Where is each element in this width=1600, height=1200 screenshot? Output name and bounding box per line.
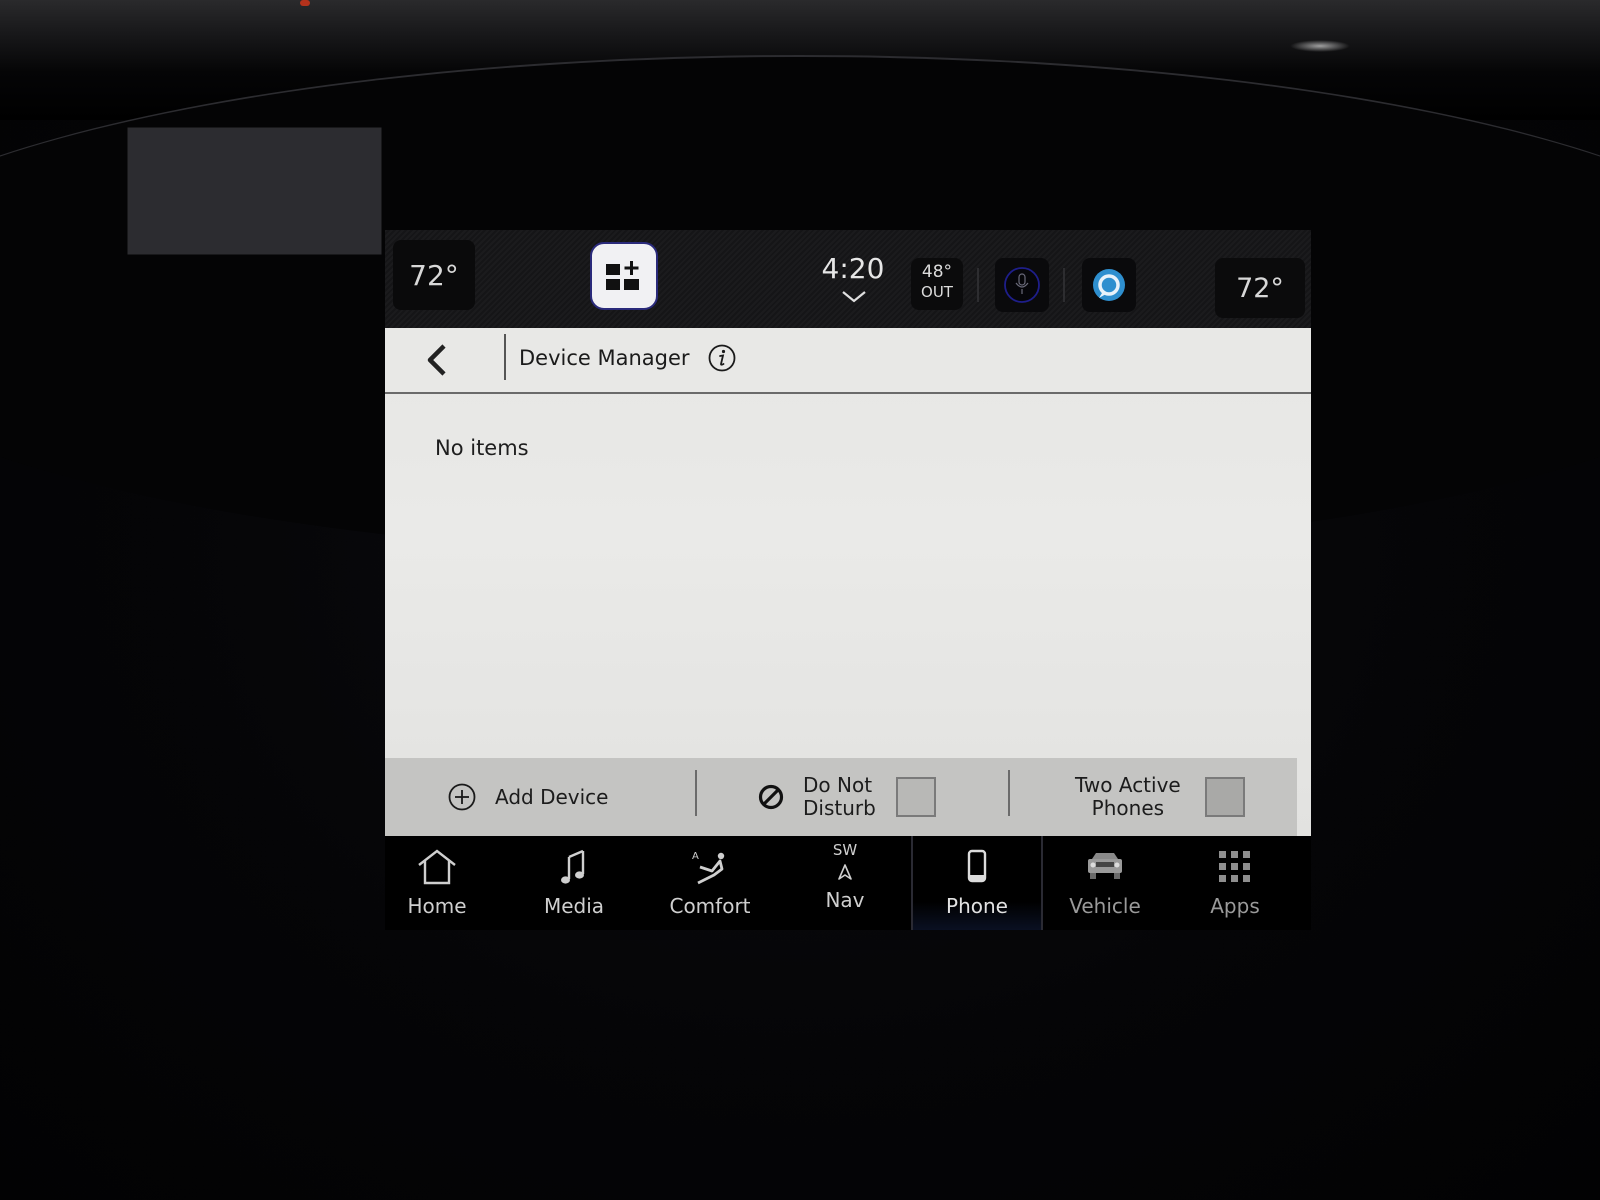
plus-circle-icon: [448, 783, 476, 811]
chevron-left-icon: [427, 344, 446, 376]
nav-label: Comfort: [669, 894, 751, 918]
driver-temp: 72°: [409, 258, 459, 292]
voice-assistant-icon: [1004, 267, 1040, 303]
truck-icon: [1088, 853, 1122, 879]
do-not-disturb-label-line2: Disturb: [803, 796, 876, 820]
action-divider: [695, 770, 697, 816]
two-active-phones-label: Two Active Phones: [1075, 774, 1181, 820]
page-title: Device Manager: [519, 346, 690, 370]
prohibited-icon: [758, 784, 784, 810]
nav-label: Nav: [825, 888, 865, 912]
do-not-disturb-label: Do Not Disturb: [803, 774, 876, 820]
page-header: Device Manager: [385, 328, 1311, 394]
widgets-add-button[interactable]: [590, 242, 658, 310]
home-icon: [418, 849, 456, 885]
outside-temp-label: OUT: [921, 283, 953, 301]
two-active-phones-checkbox[interactable]: [1204, 777, 1245, 817]
alexa-icon: [1093, 269, 1125, 301]
music-note-icon: [561, 849, 585, 884]
status-divider: [1063, 268, 1065, 302]
infotainment-screen: 72° 4:20 48° OUT 72° Device Manager No i…: [385, 230, 1311, 930]
info-icon: [708, 344, 736, 372]
two-active-phones-label-line1: Two Active: [1075, 773, 1181, 797]
add-device-label: Add Device: [495, 784, 609, 809]
passenger-temp: 72°: [1236, 272, 1284, 304]
empty-list-message: No items: [435, 436, 529, 460]
svg-text:A: A: [692, 851, 699, 862]
background-lights: [1290, 40, 1350, 52]
alexa-button[interactable]: [1082, 258, 1136, 312]
outside-temp-value: 48°: [921, 262, 953, 282]
background-light: [300, 0, 310, 6]
seat-icon: A: [692, 851, 725, 885]
nav-navigation[interactable]: SW Nav: [781, 836, 909, 930]
status-bar: 72° 4:20 48° OUT 72°: [385, 230, 1311, 330]
nav-label: Phone: [946, 894, 1008, 918]
voice-assistant-button[interactable]: [995, 258, 1049, 312]
nav-label: Media: [543, 894, 605, 918]
status-divider: [977, 268, 979, 302]
phone-icon: [967, 849, 987, 883]
nav-label: Vehicle: [1069, 894, 1141, 918]
nav-apps[interactable]: Apps: [1171, 836, 1299, 930]
action-divider: [1008, 770, 1010, 816]
bottom-nav: Home Media A Comfort SW Nav Phone Vehicl…: [385, 836, 1311, 930]
navigation-arrow-icon: [838, 864, 852, 880]
do-not-disturb-checkbox[interactable]: [895, 777, 936, 817]
two-active-phones-toggle[interactable]: Two Active Phones: [1075, 758, 1245, 836]
nav-media[interactable]: Media: [510, 836, 638, 930]
driver-temp-button[interactable]: 72°: [393, 240, 475, 310]
back-button[interactable]: [415, 338, 459, 382]
info-button[interactable]: [707, 343, 737, 373]
apps-grid-icon: [1219, 851, 1250, 882]
nav-label: Apps: [1210, 894, 1260, 918]
chevron-down-icon[interactable]: [841, 290, 867, 304]
nav-phone[interactable]: Phone: [911, 836, 1043, 930]
action-bar: Add Device Do Not Disturb Two Active Pho…: [385, 758, 1297, 836]
nav-vehicle[interactable]: Vehicle: [1041, 836, 1169, 930]
do-not-disturb-toggle[interactable]: Do Not Disturb: [757, 758, 936, 836]
passenger-temp-button[interactable]: 72°: [1215, 258, 1305, 318]
two-active-phones-label-line2: Phones: [1091, 796, 1165, 820]
add-device-button[interactable]: Add Device: [447, 758, 608, 836]
do-not-disturb-label-line1: Do Not: [803, 773, 873, 797]
header-divider: [504, 334, 506, 380]
nav-home[interactable]: Home: [373, 836, 501, 930]
nav-comfort[interactable]: A Comfort: [646, 836, 774, 930]
widgets-add-icon: [606, 261, 639, 290]
compass-heading: SW: [832, 841, 858, 859]
nav-label: Home: [407, 894, 467, 918]
clock[interactable]: 4:20: [813, 252, 893, 285]
outside-temperature: 48° OUT: [911, 258, 963, 310]
